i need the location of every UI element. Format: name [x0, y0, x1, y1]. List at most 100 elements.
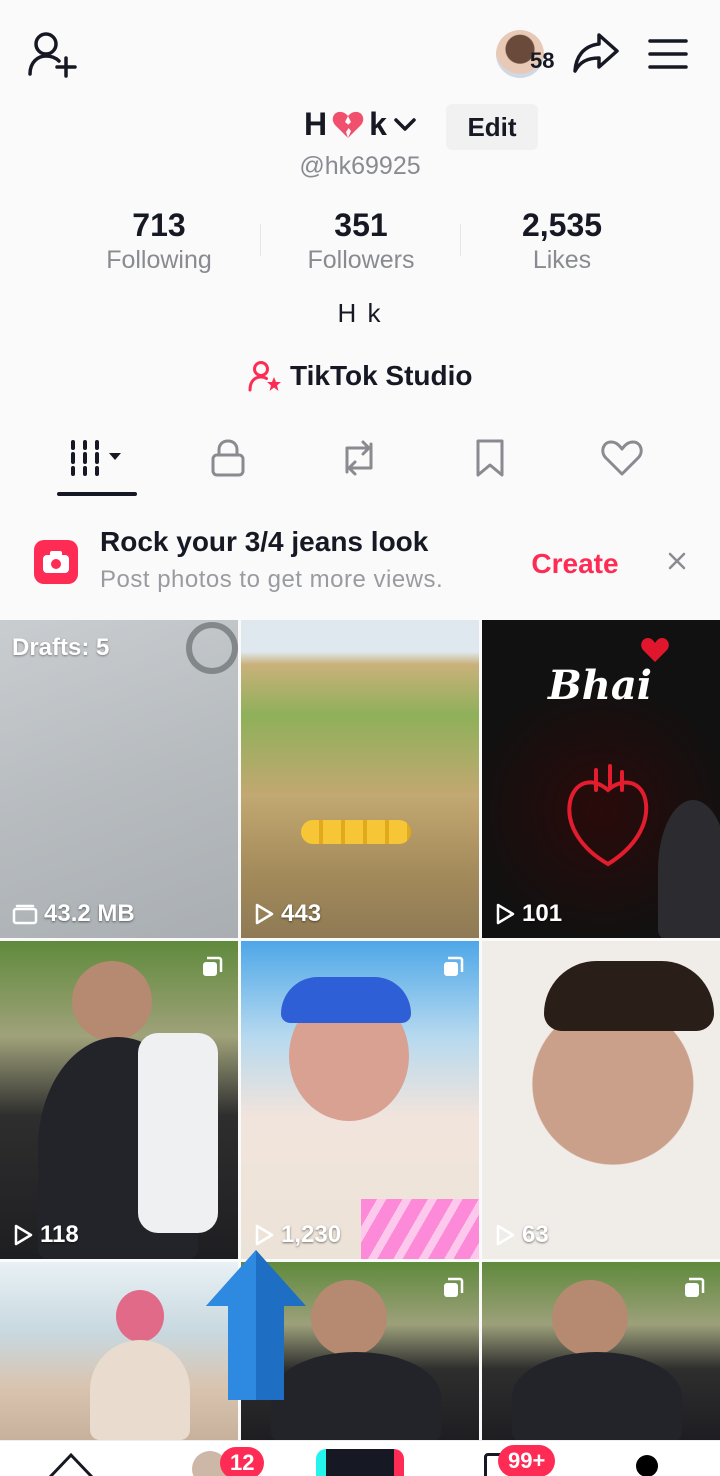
stat-divider — [460, 224, 461, 256]
home-icon[interactable] — [46, 1449, 96, 1476]
person-figure — [658, 800, 720, 938]
tab-private[interactable] — [188, 430, 268, 486]
person-body — [512, 1352, 682, 1440]
person-hair — [544, 961, 714, 1031]
profile-tab-icon[interactable] — [636, 1455, 658, 1476]
add-friend-icon[interactable] — [24, 28, 80, 80]
camera-icon — [34, 540, 78, 584]
profile-views-count: 58 — [530, 48, 555, 73]
lock-icon — [211, 439, 245, 477]
video-tile[interactable]: 443 — [241, 620, 479, 938]
tile-size-value: 43.2 MB — [44, 900, 135, 927]
person-head — [552, 1280, 628, 1356]
heart-icon — [601, 440, 643, 476]
tab-liked[interactable] — [582, 430, 662, 486]
tab-favorites[interactable] — [450, 430, 530, 486]
stat-divider — [260, 224, 261, 256]
blue-hair — [281, 977, 411, 1023]
tab-reposts[interactable] — [319, 430, 399, 486]
share-icon[interactable] — [568, 28, 624, 78]
grid-icon — [71, 440, 121, 476]
person-head — [311, 1280, 387, 1356]
chevron-down-icon[interactable] — [393, 117, 417, 133]
video-tile[interactable] — [0, 1262, 238, 1440]
play-count-value: 443 — [281, 900, 322, 927]
stat-likes[interactable]: 2,535 Likes — [462, 206, 662, 276]
profile-name-first: H — [304, 106, 328, 142]
profile-tabs — [0, 430, 720, 498]
play-icon — [496, 903, 515, 925]
play-icon — [496, 1224, 515, 1246]
create-post-button[interactable] — [316, 1449, 404, 1476]
white-shawl — [138, 1033, 218, 1233]
inbox-badge: 99+ — [498, 1445, 556, 1476]
stat-likes-value: 2,535 — [521, 207, 603, 243]
stat-followers-value: 351 — [334, 207, 388, 243]
photo-tile[interactable] — [482, 1262, 720, 1440]
profile-stats: 713 Following 351 Followers 2,535 Likes — [0, 206, 720, 276]
profile-name-last: k — [369, 106, 387, 142]
red-heart-icon — [641, 638, 669, 662]
tiktok-studio-label: TikTok Studio — [290, 360, 473, 391]
play-count-value: 63 — [522, 1221, 549, 1248]
bottom-navigation: 12 99+ — [0, 1440, 720, 1476]
photo-tile[interactable]: 1,230 — [241, 941, 479, 1259]
stat-followers-label: Followers — [307, 246, 415, 274]
studio-person-star-icon — [248, 361, 281, 392]
stat-likes-label: Likes — [532, 246, 592, 274]
play-count: 118 — [12, 1221, 79, 1249]
post-suggestion-banner: Rock your 3/4 jeans look Post photos to … — [0, 506, 720, 614]
play-count-value: 118 — [40, 1221, 79, 1248]
profile-bio: H k — [337, 298, 383, 328]
profile-name[interactable]: H k — [304, 106, 417, 143]
play-icon — [14, 1224, 33, 1246]
emoji-row — [301, 820, 411, 844]
friends-badge: 12 — [220, 1447, 265, 1476]
play-count: 443 — [253, 900, 321, 928]
anatomical-heart-graphic — [567, 764, 649, 867]
play-count: 101 — [494, 900, 562, 928]
video-tile[interactable]: 63 — [482, 941, 720, 1259]
multi-photo-icon — [444, 956, 464, 976]
play-icon — [255, 1224, 274, 1246]
stat-following[interactable]: 713 Following — [59, 206, 259, 276]
person-body — [90, 1340, 190, 1440]
broken-heart-icon — [332, 111, 364, 138]
create-button[interactable]: Create — [520, 540, 630, 588]
banner-subtitle: Post photos to get more views. — [100, 566, 444, 593]
stat-following-label: Following — [106, 246, 212, 274]
multi-photo-icon — [203, 956, 223, 976]
tile-title: Bhai — [548, 662, 653, 709]
banner-title: Rock your 3/4 jeans look — [100, 526, 429, 557]
multi-photo-icon — [685, 1277, 705, 1297]
tiktok-studio-link[interactable]: TikTok Studio — [248, 356, 473, 396]
tile-size: 43.2 MB — [12, 900, 135, 928]
play-count: 63 — [494, 1221, 549, 1249]
close-icon[interactable] — [660, 544, 694, 578]
drafts-tile[interactable]: Drafts: 5 43.2 MB — [0, 620, 238, 938]
top-bar: 58 — [0, 0, 720, 110]
drafts-label: Drafts: 5 — [12, 634, 110, 661]
storage-icon — [12, 904, 38, 925]
stat-followers[interactable]: 351 Followers — [261, 206, 461, 276]
play-count: 1,230 — [253, 1221, 341, 1249]
tab-videos[interactable] — [57, 430, 137, 486]
person-head — [72, 961, 152, 1041]
decor-ring — [186, 622, 238, 674]
play-count-value: 1,230 — [281, 1221, 342, 1248]
edit-profile-button[interactable]: Edit — [446, 104, 538, 150]
menu-icon[interactable] — [644, 34, 692, 74]
play-icon — [255, 903, 274, 925]
floating-arrow-overlay — [206, 1250, 306, 1400]
person-head — [116, 1290, 164, 1342]
pink-arrows-graphic — [361, 1199, 479, 1259]
photo-tile[interactable]: 118 — [0, 941, 238, 1259]
profile-name-row: H k Edit — [0, 104, 720, 150]
stat-following-value: 713 — [132, 207, 186, 243]
repost-icon — [345, 440, 373, 476]
play-count-value: 101 — [522, 900, 563, 927]
multi-photo-icon — [444, 1277, 464, 1297]
video-tile[interactable]: Bhai 101 — [482, 620, 720, 938]
profile-handle: @hk69925 — [299, 152, 421, 180]
active-tab-indicator — [57, 492, 137, 496]
